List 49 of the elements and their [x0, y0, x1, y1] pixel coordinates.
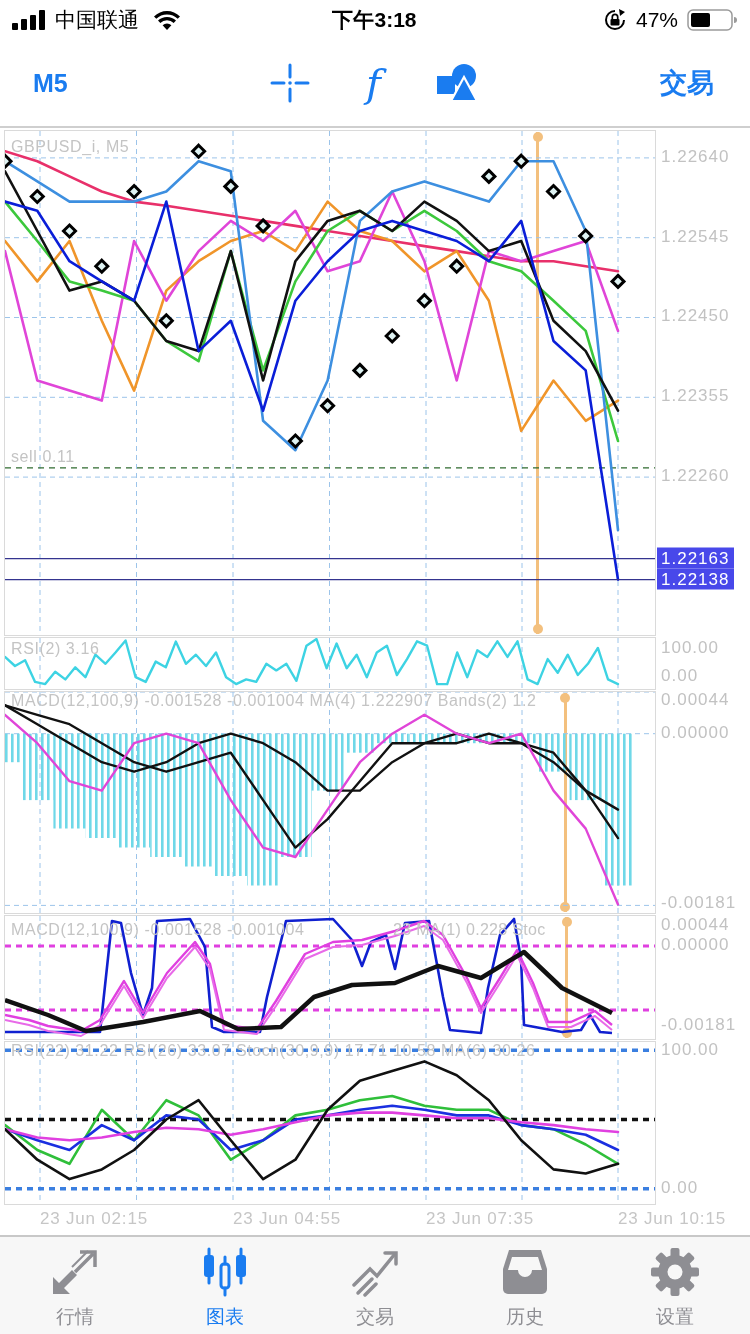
axis-label: -0.00181 [661, 1015, 737, 1035]
axis-label: 1.22260 [661, 466, 730, 487]
indicator-label: RSI(22) 31.22 RSI(26) 33.07 Stoch(30,9,9) 17.71 10.58 MA(6) 30.26 [11, 1042, 536, 1060]
axis-label: 100.00 [661, 1040, 719, 1060]
settings-icon [650, 1247, 700, 1297]
axis-label: -0.00181 [661, 893, 737, 913]
axis-label: 0.00 [661, 665, 699, 686]
axis-label: 0.00000 [661, 935, 730, 955]
battery-icon [687, 9, 737, 31]
indicator-label: MACD(12,100,9) -0.001528 -0.001004 MA(4) 1.222907 Bands(2) 1.2 [11, 692, 537, 710]
function-button[interactable]: f [349, 59, 398, 107]
histogram-bar [472, 733, 506, 744]
axis-label: 1.22545 [661, 226, 730, 247]
axis-label: 0.00044 [661, 915, 730, 935]
tab-button[interactable]: 交易 [300, 1237, 450, 1334]
wifi-icon [154, 10, 180, 30]
axis-label: 1.22355 [661, 386, 730, 407]
symbol-label: GBPUSD_i, M5 [11, 138, 130, 156]
histogram-bar [408, 733, 441, 744]
status-time: 下午3:18 [332, 7, 417, 33]
price-tag: 1.22138 [657, 568, 735, 590]
tray-icon [500, 1247, 550, 1297]
crosshair-icon [269, 63, 310, 103]
arrows-icon [50, 1247, 100, 1297]
axis-label: 1.22450 [661, 306, 730, 327]
tab-button[interactable]: 历史 [450, 1237, 600, 1334]
signal-icon [12, 10, 46, 30]
carrier-name: 中国联通 [55, 7, 139, 33]
histogram-bar [440, 733, 473, 744]
rotation-lock-icon [602, 8, 627, 32]
timeframe-button[interactable]: M5 [31, 64, 70, 102]
axis-label: 1.22640 [661, 146, 730, 167]
trade-button[interactable]: 交易 [658, 61, 716, 105]
time-label: 23 Jun 07:35 [426, 1209, 534, 1229]
order-label: sell 0.11 [11, 447, 75, 466]
axis-label: 0.00044 [661, 690, 730, 710]
price-tag: 1.22163 [657, 547, 735, 569]
shapes-icon [436, 63, 479, 103]
tab-button[interactable]: 设置 [600, 1237, 750, 1334]
indicator-label: RSI(2) 3.16 [11, 640, 100, 658]
time-label: 23 Jun 02:15 [40, 1209, 148, 1229]
time-label: 23 Jun 10:15 [618, 1209, 726, 1229]
tab-button[interactable]: 行情 [0, 1237, 150, 1334]
battery-percent: 47% [635, 8, 678, 32]
axis-label: 0.00000 [661, 722, 730, 743]
tab-button[interactable]: 图表 [150, 1237, 300, 1334]
axis-label: 0.00 [661, 1177, 699, 1198]
axis-label: 100.00 [661, 638, 719, 659]
time-label: 23 Jun 04:55 [233, 1209, 341, 1229]
